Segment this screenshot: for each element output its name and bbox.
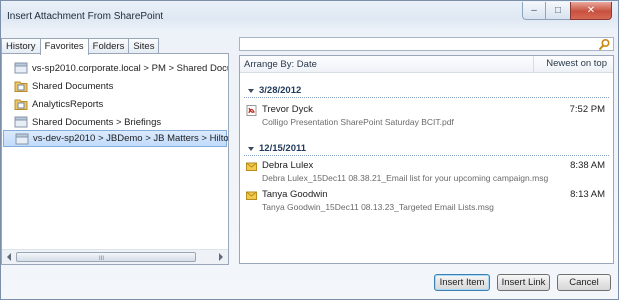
tab-sites[interactable]: Sites xyxy=(128,38,160,54)
scrollbar-grip: III xyxy=(99,256,105,262)
favorite-label: AnalyticsReports xyxy=(32,98,104,110)
collapse-triangle-icon[interactable] xyxy=(248,146,254,151)
item-filename: Debra Lulex_15Dec11 08.38.21_Email list … xyxy=(262,173,549,183)
sort-order-button[interactable]: Newest on top xyxy=(533,56,613,72)
cancel-button[interactable]: Cancel xyxy=(557,274,611,291)
favorite-item[interactable]: AnalyticsReports xyxy=(14,96,103,112)
favorite-item[interactable]: vs-sp2010.corporate.local > PM > Shared … xyxy=(14,60,228,76)
library-icon xyxy=(14,81,28,92)
group-date: 3/28/2012 xyxy=(259,85,302,96)
favorite-label: Shared Documents xyxy=(32,80,114,92)
date-group-header[interactable]: 3/28/2012 xyxy=(244,84,609,98)
item-sender: Tanya Goodwin xyxy=(262,189,328,200)
item-time: 7:52 PM xyxy=(569,104,605,115)
favorite-item[interactable]: Shared Documents > Briefings xyxy=(14,114,161,130)
site-icon xyxy=(14,116,28,128)
location-tabs: History Favorites Folders Sites xyxy=(1,38,160,55)
item-time: 8:13 AM xyxy=(570,189,605,200)
horizontal-scrollbar[interactable]: III xyxy=(2,249,228,264)
list-item[interactable]: Trevor Dyck 7:52 PM Colligo Presentation… xyxy=(246,104,605,134)
site-icon xyxy=(15,133,29,144)
favorite-item-selected[interactable]: vs-dev-sp2010 > JBDemo > JB Matters > Hi… xyxy=(3,130,228,147)
favorite-label: Shared Documents > Briefings xyxy=(32,116,162,128)
library-icon xyxy=(14,99,28,110)
window-title: Insert Attachment From SharePoint xyxy=(7,11,164,22)
tab-favorites[interactable]: Favorites xyxy=(39,38,89,55)
item-time: 8:38 AM xyxy=(570,160,605,171)
title-bar: Insert Attachment From SharePoint – □ ✕ xyxy=(1,1,618,31)
maximize-button[interactable]: □ xyxy=(546,2,570,20)
site-icon xyxy=(14,62,28,74)
item-filename: Tanya Goodwin_15Dec11 08.13.23_Targeted … xyxy=(262,202,494,212)
minimize-button[interactable]: – xyxy=(522,2,546,20)
arrange-by-button[interactable]: Arrange By: Date xyxy=(244,59,317,70)
scroll-left-icon[interactable] xyxy=(7,253,11,261)
scrollbar-thumb[interactable]: III xyxy=(16,252,196,262)
tab-folders[interactable]: Folders xyxy=(87,38,130,54)
pdf-icon xyxy=(246,105,257,116)
group-date: 12/15/2011 xyxy=(259,143,307,154)
scroll-right-icon[interactable] xyxy=(219,253,223,261)
favorites-panel: vs-sp2010.corporate.local > PM > Shared … xyxy=(1,53,229,265)
items-panel: Arrange By: Date Newest on top 3/28/2012… xyxy=(239,55,614,264)
minimize-icon: – xyxy=(531,5,537,16)
collapse-triangle-icon[interactable] xyxy=(248,88,254,93)
date-group-header[interactable]: 12/15/2011 xyxy=(244,142,609,156)
favorite-label: vs-dev-sp2010 > JBDemo > JB Matters > Hi… xyxy=(33,133,228,144)
list-item[interactable]: Tanya Goodwin 8:13 AM Tanya Goodwin_15De… xyxy=(246,189,605,219)
favorite-item[interactable]: Shared Documents xyxy=(14,78,113,94)
item-filename: Colligo Presentation SharePoint Saturday… xyxy=(262,117,454,127)
favorites-list: vs-sp2010.corporate.local > PM > Shared … xyxy=(2,54,228,249)
maximize-icon: □ xyxy=(554,5,562,16)
insert-item-button[interactable]: Insert Item xyxy=(434,274,490,291)
close-button[interactable]: ✕ xyxy=(570,2,612,20)
tab-history[interactable]: History xyxy=(1,38,41,54)
item-sender: Trevor Dyck xyxy=(262,104,313,115)
envelope-icon xyxy=(246,162,257,171)
search-icon[interactable] xyxy=(597,38,611,52)
list-header: Arrange By: Date Newest on top xyxy=(240,56,613,73)
list-item[interactable]: Debra Lulex 8:38 AM Debra Lulex_15Dec11 … xyxy=(246,160,605,190)
dialog-window: Insert Attachment From SharePoint – □ ✕ … xyxy=(0,0,619,300)
favorite-label: vs-sp2010.corporate.local > PM > Shared … xyxy=(32,62,228,74)
caption-buttons: – □ ✕ xyxy=(522,2,612,20)
search-input[interactable] xyxy=(239,37,614,51)
insert-link-button[interactable]: Insert Link xyxy=(497,274,550,291)
item-sender: Debra Lulex xyxy=(262,160,314,171)
envelope-icon xyxy=(246,191,257,200)
close-icon: ✕ xyxy=(586,5,596,16)
